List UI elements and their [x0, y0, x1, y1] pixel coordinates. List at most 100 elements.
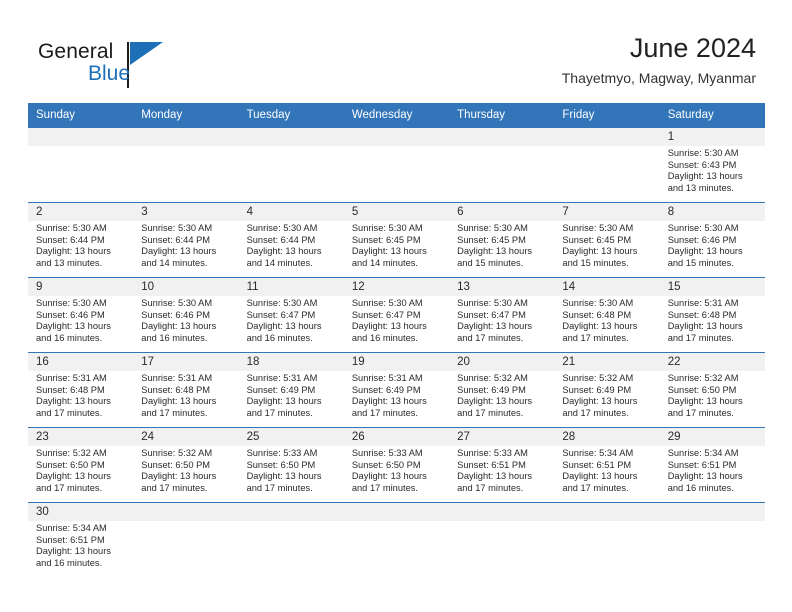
day-cell-inner: 29 Sunrise: 5:34 AM Sunset: 6:51 PM Dayligh…	[659, 428, 765, 502]
sunset-text: Sunset: 6:48 PM	[562, 309, 632, 320]
day-number: 13	[449, 278, 555, 296]
daylight-text-line2: and 17 minutes.	[141, 482, 208, 493]
sunrise-text: Sunrise: 5:30 AM	[457, 298, 528, 308]
day-info: Sunrise: 5:30 AM Sunset: 6:44 PM Daylight:…	[28, 221, 133, 269]
sunset-text: Sunset: 6:50 PM	[141, 459, 211, 470]
calendar-day-cell-empty	[238, 128, 344, 203]
day-number	[449, 503, 555, 521]
sunset-text: Sunset: 6:51 PM	[667, 459, 737, 470]
daylight-text-line2: and 16 minutes.	[667, 482, 734, 493]
calendar-day-cell[interactable]: 7 Sunrise: 5:30 AM Sunset: 6:45 PM Daylight…	[554, 202, 660, 278]
daylight-text-line2: and 17 minutes.	[457, 332, 524, 343]
day-cell-inner: 8 Sunrise: 5:30 AM Sunset: 6:46 PM Daylight…	[659, 203, 765, 277]
day-info: Sunrise: 5:30 AM Sunset: 6:44 PM Daylight:…	[133, 221, 238, 269]
sunrise-text: Sunrise: 5:34 AM	[667, 448, 739, 458]
day-number: 21	[554, 353, 660, 371]
day-info: Sunrise: 5:32 AM Sunset: 6:50 PM Daylight:…	[133, 446, 238, 494]
daylight-text-line1: Daylight: 13 hours	[36, 471, 111, 482]
day-cell-inner: 27 Sunrise: 5:33 AM Sunset: 6:51 PM Dayligh…	[449, 428, 555, 502]
calendar-day-cell[interactable]: 24 Sunrise: 5:32 AM Sunset: 6:50 PM Dayligh…	[133, 427, 239, 503]
calendar-day-cell[interactable]: 10 Sunrise: 5:30 AM Sunset: 6:46 PM Dayligh…	[133, 277, 239, 353]
day-info: Sunrise: 5:30 AM Sunset: 6:47 PM Daylight:…	[344, 296, 449, 344]
calendar-day-cell[interactable]: 1 Sunrise: 5:30 AM Sunset: 6:43 PM Daylight…	[659, 128, 765, 203]
page-header: General Blue June 2024 Thayetmyo, Magway…	[0, 0, 792, 100]
calendar-day-cell[interactable]: 25 Sunrise: 5:33 AM Sunset: 6:50 PM Dayligh…	[238, 427, 344, 503]
sunset-text: Sunset: 6:50 PM	[36, 459, 105, 470]
day-info: Sunrise: 5:34 AM Sunset: 6:51 PM Daylight:…	[554, 446, 659, 494]
day-cell-inner: 28 Sunrise: 5:34 AM Sunset: 6:51 PM Dayligh…	[554, 428, 660, 502]
calendar-day-cell[interactable]: 5 Sunrise: 5:30 AM Sunset: 6:45 PM Daylight…	[343, 202, 450, 278]
daylight-text-line1: Daylight: 13 hours	[36, 546, 111, 557]
calendar-day-cell[interactable]: 19 Sunrise: 5:31 AM Sunset: 6:49 PM Dayligh…	[343, 352, 450, 428]
day-info: Sunrise: 5:33 AM Sunset: 6:51 PM Daylight:…	[449, 446, 554, 494]
calendar-day-cell[interactable]: 9 Sunrise: 5:30 AM Sunset: 6:46 PM Daylight…	[28, 277, 134, 353]
day-info: Sunrise: 5:30 AM Sunset: 6:46 PM Daylight:…	[28, 296, 133, 344]
day-cell-inner: 4 Sunrise: 5:30 AM Sunset: 6:44 PM Daylight…	[238, 203, 344, 277]
calendar-day-cell[interactable]: 20 Sunrise: 5:32 AM Sunset: 6:49 PM Dayligh…	[449, 352, 555, 428]
calendar-day-cell[interactable]: 15 Sunrise: 5:31 AM Sunset: 6:48 PM Dayligh…	[659, 277, 765, 353]
day-cell-inner	[343, 128, 450, 202]
sunset-text: Sunset: 6:49 PM	[246, 384, 316, 395]
sunrise-text: Sunrise: 5:30 AM	[141, 223, 213, 233]
calendar-day-cell[interactable]: 6 Sunrise: 5:30 AM Sunset: 6:45 PM Daylight…	[449, 202, 555, 278]
calendar-day-cell[interactable]: 26 Sunrise: 5:33 AM Sunset: 6:50 PM Dayligh…	[343, 427, 450, 503]
calendar-day-cell[interactable]: 23 Sunrise: 5:32 AM Sunset: 6:50 PM Dayligh…	[28, 427, 134, 503]
calendar-day-cell[interactable]: 30 Sunrise: 5:34 AM Sunset: 6:51 PM Dayligh…	[28, 502, 134, 577]
day-number: 12	[343, 278, 450, 296]
day-number: 6	[449, 203, 555, 221]
daylight-text-line2: and 17 minutes.	[141, 407, 208, 418]
calendar-day-cell[interactable]: 14 Sunrise: 5:30 AM Sunset: 6:48 PM Dayligh…	[554, 277, 660, 353]
day-cell-inner: 2 Sunrise: 5:30 AM Sunset: 6:44 PM Daylight…	[28, 203, 134, 277]
daylight-text-line2: and 15 minutes.	[667, 257, 734, 268]
day-number: 17	[133, 353, 239, 371]
calendar-day-cell[interactable]: 12 Sunrise: 5:30 AM Sunset: 6:47 PM Dayligh…	[343, 277, 450, 353]
day-number: 30	[28, 503, 134, 521]
sunrise-text: Sunrise: 5:30 AM	[246, 298, 318, 308]
daylight-text-line1: Daylight: 13 hours	[351, 246, 427, 257]
calendar-day-cell[interactable]: 2 Sunrise: 5:30 AM Sunset: 6:44 PM Daylight…	[28, 202, 134, 278]
day-info: Sunrise: 5:31 AM Sunset: 6:49 PM Daylight:…	[344, 371, 449, 419]
calendar-week-row: 23 Sunrise: 5:32 AM Sunset: 6:50 PM Dayligh…	[28, 427, 765, 503]
daylight-text-line2: and 17 minutes.	[36, 482, 103, 493]
day-cell-inner: 13 Sunrise: 5:30 AM Sunset: 6:47 PM Dayligh…	[449, 278, 555, 352]
day-cell-inner: 10 Sunrise: 5:30 AM Sunset: 6:46 PM Dayligh…	[133, 278, 239, 352]
calendar-day-cell-empty	[28, 128, 134, 203]
sunset-text: Sunset: 6:48 PM	[667, 309, 737, 320]
day-info: Sunrise: 5:30 AM Sunset: 6:46 PM Daylight:…	[660, 221, 765, 269]
calendar-day-cell[interactable]: 18 Sunrise: 5:31 AM Sunset: 6:49 PM Dayligh…	[238, 352, 344, 428]
day-info: Sunrise: 5:30 AM Sunset: 6:43 PM Daylight:…	[660, 146, 765, 194]
calendar-day-cell-empty	[133, 128, 239, 203]
weekday-header-monday: Monday	[133, 103, 239, 128]
day-cell-inner: 16 Sunrise: 5:31 AM Sunset: 6:48 PM Dayligh…	[28, 353, 134, 427]
calendar-day-cell[interactable]: 27 Sunrise: 5:33 AM Sunset: 6:51 PM Dayligh…	[449, 427, 555, 503]
day-cell-inner: 18 Sunrise: 5:31 AM Sunset: 6:49 PM Dayligh…	[238, 353, 344, 427]
day-cell-inner: 23 Sunrise: 5:32 AM Sunset: 6:50 PM Dayligh…	[28, 428, 134, 502]
calendar-day-cell[interactable]: 29 Sunrise: 5:34 AM Sunset: 6:51 PM Dayligh…	[659, 427, 765, 503]
daylight-text-line2: and 16 minutes.	[36, 557, 103, 568]
calendar-day-cell[interactable]: 13 Sunrise: 5:30 AM Sunset: 6:47 PM Dayligh…	[449, 277, 555, 353]
brand-logo[interactable]: General Blue	[38, 40, 268, 96]
day-number	[133, 128, 239, 146]
weekday-header-tuesday: Tuesday	[238, 103, 344, 128]
sunset-text: Sunset: 6:48 PM	[141, 384, 211, 395]
calendar-day-cell[interactable]: 8 Sunrise: 5:30 AM Sunset: 6:46 PM Daylight…	[659, 202, 765, 278]
day-cell-inner	[449, 128, 555, 202]
daylight-text-line2: and 17 minutes.	[562, 407, 629, 418]
day-cell-inner: 15 Sunrise: 5:31 AM Sunset: 6:48 PM Dayligh…	[659, 278, 765, 352]
sunrise-text: Sunrise: 5:32 AM	[667, 373, 739, 383]
day-info: Sunrise: 5:34 AM Sunset: 6:51 PM Daylight:…	[28, 521, 133, 569]
calendar-day-cell[interactable]: 3 Sunrise: 5:30 AM Sunset: 6:44 PM Daylight…	[133, 202, 239, 278]
calendar-day-cell[interactable]: 11 Sunrise: 5:30 AM Sunset: 6:47 PM Dayligh…	[238, 277, 344, 353]
calendar-day-cell[interactable]: 21 Sunrise: 5:32 AM Sunset: 6:49 PM Dayligh…	[554, 352, 660, 428]
calendar-day-cell[interactable]: 17 Sunrise: 5:31 AM Sunset: 6:48 PM Dayligh…	[133, 352, 239, 428]
day-number	[133, 503, 239, 521]
calendar-day-cell[interactable]: 4 Sunrise: 5:30 AM Sunset: 6:44 PM Daylight…	[238, 202, 344, 278]
daylight-text-line1: Daylight: 13 hours	[667, 471, 743, 482]
calendar-day-cell[interactable]: 28 Sunrise: 5:34 AM Sunset: 6:51 PM Dayligh…	[554, 427, 660, 503]
day-cell-inner: 14 Sunrise: 5:30 AM Sunset: 6:48 PM Dayligh…	[554, 278, 660, 352]
weekday-header-thursday: Thursday	[449, 103, 555, 128]
calendar-day-cell[interactable]: 22 Sunrise: 5:32 AM Sunset: 6:50 PM Dayligh…	[659, 352, 765, 428]
sunrise-text: Sunrise: 5:30 AM	[667, 223, 739, 233]
calendar-day-cell[interactable]: 16 Sunrise: 5:31 AM Sunset: 6:48 PM Dayligh…	[28, 352, 134, 428]
sunrise-text: Sunrise: 5:31 AM	[351, 373, 423, 383]
